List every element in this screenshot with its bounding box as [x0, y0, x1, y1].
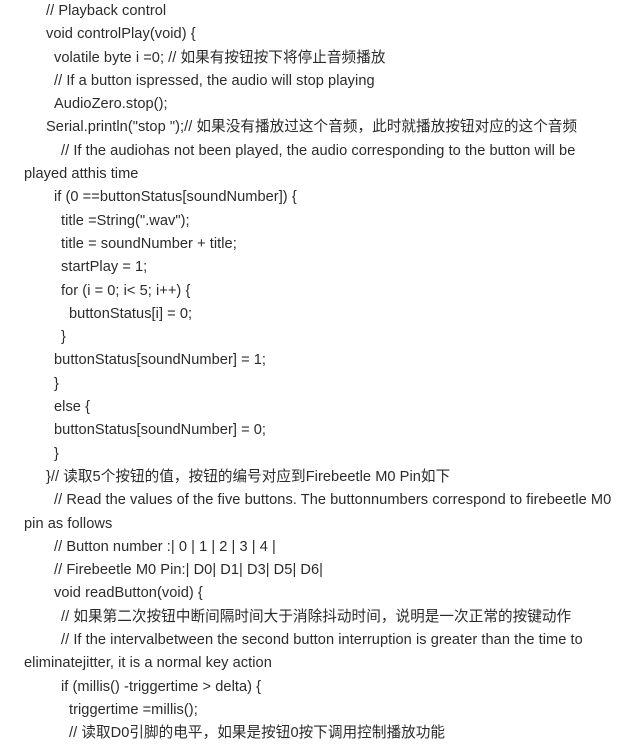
code-line: }	[0, 443, 635, 466]
code-line: if (millis() -triggertime > delta) {	[0, 676, 635, 699]
code-line: // If the audiohas not been played, the …	[0, 140, 635, 187]
code-line: title = soundNumber + title;	[0, 233, 635, 256]
code-line: void controlPlay(void) {	[0, 23, 635, 46]
code-line-text: // Read the values of the five buttons. …	[24, 492, 612, 532]
code-line-text: }// 读取5个按钮的值，按钮的编号对应到Firebeetle M0 Pin如下	[46, 468, 451, 485]
code-line: startPlay = 1;	[0, 256, 635, 279]
code-line: // If a button ispressed, the audio will…	[0, 70, 635, 93]
code-line: title =String(".wav");	[0, 210, 635, 233]
code-line: // Playback control	[0, 0, 635, 23]
code-line-text: void controlPlay(void) {	[46, 26, 196, 43]
code-line: buttonStatus[soundNumber] = 1;	[0, 349, 635, 372]
code-line: for (i = 0; i< 5; i++) {	[0, 280, 635, 303]
code-line-text: buttonStatus[i] = 0;	[69, 305, 193, 322]
code-line: // 读取D0引脚的电平，如果是按钮0按下调用控制播放功能	[0, 722, 635, 745]
code-line-text: title = soundNumber + title;	[61, 235, 237, 252]
code-line-text: }	[54, 445, 59, 462]
code-line: buttonStatus[soundNumber] = 0;	[0, 419, 635, 442]
code-line: }// 读取5个按钮的值，按钮的编号对应到Firebeetle M0 Pin如下	[0, 466, 635, 489]
code-line-text: buttonStatus[soundNumber] = 0;	[54, 422, 267, 439]
code-line-text: AudioZero.stop();	[54, 96, 168, 113]
code-line-text: if (millis() -triggertime > delta) {	[61, 678, 262, 695]
code-line: void readButton(void) {	[0, 582, 635, 605]
code-line: else {	[0, 396, 635, 419]
code-line-text: // 读取D0引脚的电平，如果是按钮0按下调用控制播放功能	[69, 725, 446, 742]
code-line-text: // If a button ispressed, the audio will…	[54, 72, 375, 89]
code-line: volatile byte i =0; // 如果有按钮按下将停止音频播放	[0, 47, 635, 70]
code-line-text: else {	[54, 399, 91, 416]
code-line: // Firebeetle M0 Pin:| D0| D1| D3| D5| D…	[0, 559, 635, 582]
code-line-text: volatile byte i =0; // 如果有按钮按下将停止音频播放	[54, 49, 386, 66]
code-line-text: // If the intervalbetween the second but…	[24, 632, 583, 672]
code-line-text: // Playback control	[46, 3, 167, 19]
code-line-text: void readButton(void) {	[54, 585, 203, 602]
code-line: // If the intervalbetween the second but…	[0, 629, 635, 676]
code-line-text: // 如果第二次按钮中断间隔时间大于消除抖动时间，说明是一次正常的按键动作	[61, 608, 572, 625]
code-line: // 如果第二次按钮中断间隔时间大于消除抖动时间，说明是一次正常的按键动作	[0, 606, 635, 629]
code-line: triggertime =millis();	[0, 699, 635, 722]
code-line-text: for (i = 0; i< 5; i++) {	[61, 282, 191, 299]
code-line-text: triggertime =millis();	[69, 701, 198, 718]
code-line-text: // If the audiohas not been played, the …	[24, 142, 576, 183]
code-line: // Button number :| 0 | 1 | 2 | 3 | 4 |	[0, 536, 635, 559]
code-line: // Read the values of the five buttons. …	[0, 489, 635, 536]
code-line-text: buttonStatus[soundNumber] = 1;	[54, 352, 267, 369]
code-line: if (0 ==buttonStatus[soundNumber]) {	[0, 186, 635, 209]
code-line-text: // Button number :| 0 | 1 | 2 | 3 | 4 |	[54, 538, 276, 555]
code-line: }	[0, 326, 635, 349]
code-line-text: startPlay = 1;	[61, 259, 148, 276]
code-line-text: }	[61, 329, 66, 346]
code-line: }	[0, 373, 635, 396]
code-line: buttonStatus[i] = 0;	[0, 303, 635, 326]
code-line: Serial.println("stop ");// 如果没有播放过这个音频，此…	[0, 116, 635, 139]
code-line-text: }	[54, 375, 59, 392]
code-line-text: if (0 ==buttonStatus[soundNumber]) {	[54, 189, 297, 206]
code-listing: // Playback control void controlPlay(void…	[0, 0, 635, 746]
code-line-text: Serial.println("stop ");// 如果没有播放过这个音频，此…	[46, 119, 578, 136]
code-line-text: title =String(".wav");	[61, 212, 190, 229]
code-line: AudioZero.stop();	[0, 93, 635, 116]
code-line-text: // Firebeetle M0 Pin:| D0| D1| D3| D5| D…	[54, 562, 323, 579]
